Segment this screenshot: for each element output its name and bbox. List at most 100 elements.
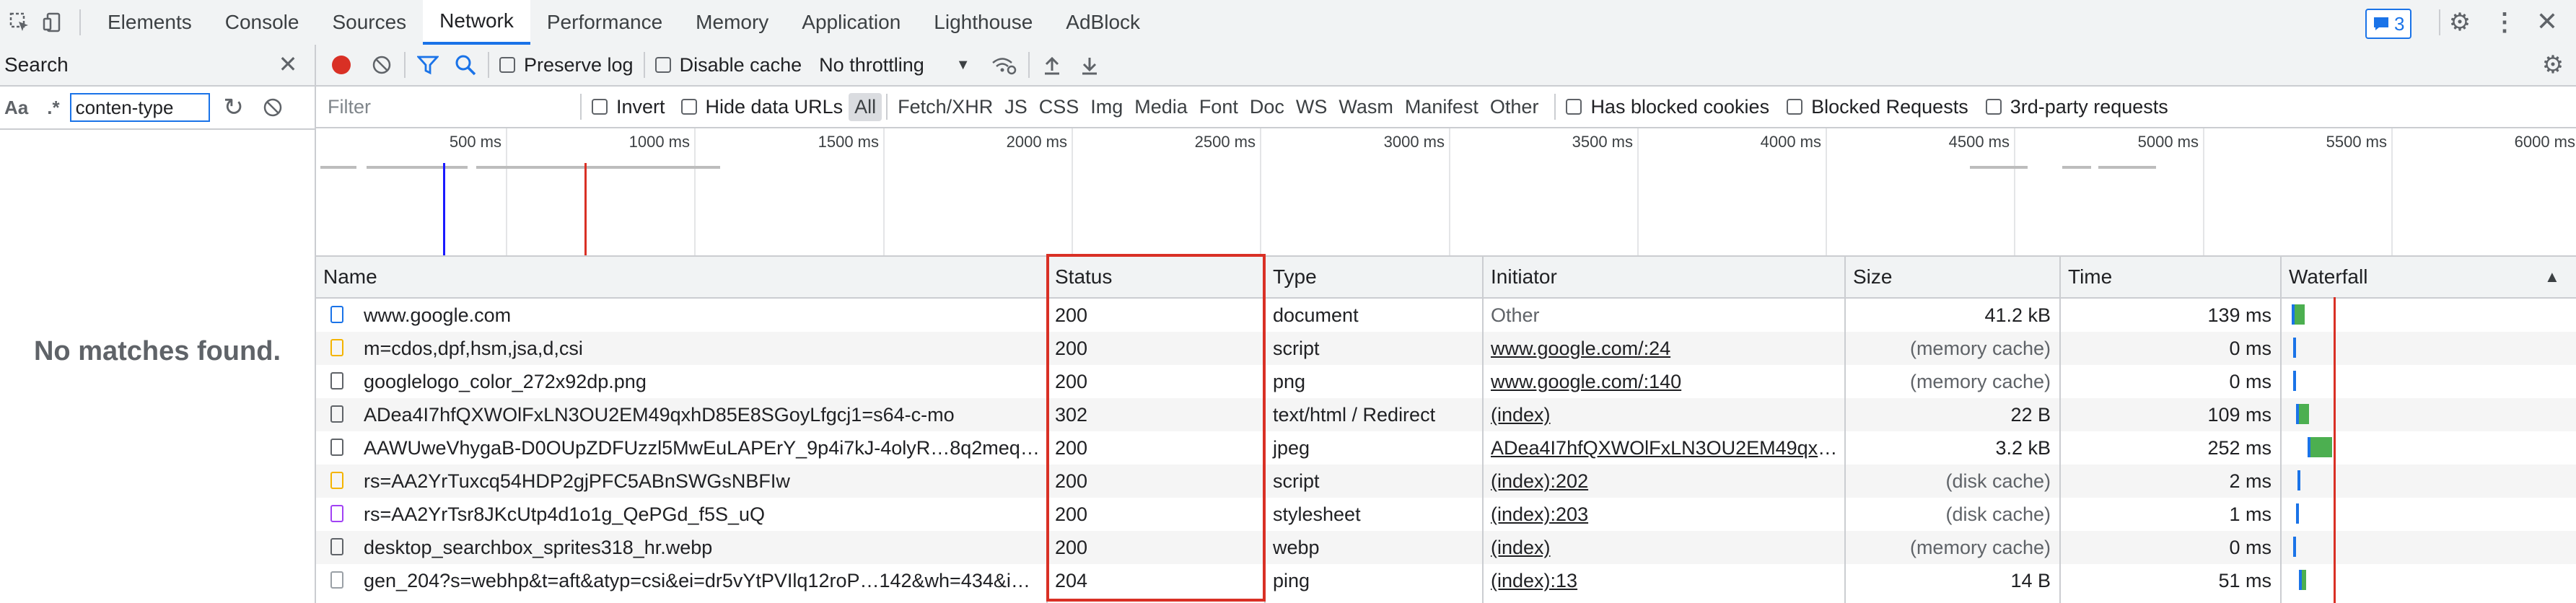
cell-initiator[interactable]: (index) — [1484, 531, 1844, 564]
table-row[interactable]: gen_204?s=webhp&t=aft&atyp=csi&ei=dr5vYt… — [316, 564, 2576, 597]
filter-wasm[interactable]: Wasm — [1333, 93, 1399, 121]
tab-adblock[interactable]: AdBlock — [1049, 0, 1157, 45]
preserve-log-checkbox[interactable]: Preserve log — [499, 54, 634, 76]
column-header-size[interactable]: Size — [1846, 257, 2059, 297]
filter-font[interactable]: Font — [1193, 93, 1244, 121]
match-case-toggle[interactable]: Aa — [4, 97, 28, 119]
blocked-requests-label: Blocked Requests — [1811, 95, 1968, 118]
filter-all[interactable]: All — [849, 92, 882, 121]
search-header: Search ✕ — [0, 45, 315, 87]
network-settings-gear-icon[interactable]: ⚙ — [2540, 51, 2566, 79]
load-event-marker — [584, 163, 587, 255]
cell-size: 14 B — [2010, 570, 2051, 591]
filter-icon[interactable] — [416, 53, 440, 77]
cell-time: 252 ms — [2207, 437, 2271, 459]
device-toolbar-icon[interactable] — [36, 0, 69, 45]
filter-fetch-xhr[interactable]: Fetch/XHR — [892, 93, 999, 121]
script-icon — [330, 472, 343, 489]
invert-checkbox[interactable]: Invert — [592, 96, 665, 118]
tab-lighthouse[interactable]: Lighthouse — [917, 0, 1049, 45]
blocked-requests-checkbox[interactable]: Blocked Requests — [1787, 96, 1968, 118]
filter-css[interactable]: CSS — [1033, 93, 1085, 121]
table-row[interactable]: googlelogo_color_272x92dp.png 200 png www.g… — [316, 365, 2576, 398]
table-row[interactable]: www.google.com 200 document Other 41.2 kB 139… — [316, 299, 2576, 332]
close-devtools-icon[interactable]: ✕ — [2534, 6, 2560, 36]
filter-input[interactable]: Filter — [328, 96, 580, 118]
toolbar-separator — [404, 52, 406, 78]
hide-data-urls-checkbox[interactable]: Hide data URLs — [680, 96, 843, 118]
clear-log-icon[interactable] — [369, 53, 394, 77]
column-header-status[interactable]: Status — [1048, 257, 1264, 297]
search-pane: Search ✕ Aa .* conten-type ↻ No matches … — [0, 45, 316, 603]
table-row[interactable]: desktop_searchbox_sprites318_hr.webp 200 w… — [316, 531, 2576, 564]
search-input[interactable]: conten-type — [69, 93, 210, 122]
overview-tick-line — [1637, 128, 1639, 255]
third-party-requests-box[interactable] — [1985, 99, 2002, 115]
settings-gear-icon[interactable]: ⚙ — [2448, 9, 2472, 36]
cell-initiator[interactable]: (index):203 — [1484, 498, 1844, 531]
filter-media[interactable]: Media — [1129, 93, 1193, 121]
network-conditions-icon[interactable] — [989, 53, 1018, 77]
network-overview-timeline[interactable]: 500 ms 1000 ms 1500 ms 2000 ms 2500 ms 3000 m… — [316, 128, 2576, 257]
has-blocked-cookies-box[interactable] — [1566, 99, 1582, 115]
issues-badge[interactable]: 3 — [2365, 9, 2412, 39]
more-options-icon[interactable]: ⋮ — [2492, 9, 2517, 36]
tab-performance[interactable]: Performance — [530, 0, 679, 45]
tab-console[interactable]: Console — [209, 0, 316, 45]
hide-data-urls-box[interactable] — [680, 99, 697, 115]
column-header-type[interactable]: Type — [1266, 257, 1482, 297]
table-header: Name Status Type Initiator Size Time Wat… — [316, 257, 2576, 299]
filter-ws[interactable]: WS — [1290, 93, 1333, 121]
table-row[interactable]: m=cdos,dpf,hsm,jsa,d,csi 200 script www.goo… — [316, 332, 2576, 365]
record-button[interactable] — [329, 53, 354, 77]
filter-js[interactable]: JS — [999, 93, 1033, 121]
cell-initiator[interactable]: www.google.com/:24 — [1484, 332, 1844, 365]
cell-size: 3.2 kB — [1995, 437, 2051, 459]
column-header-initiator[interactable]: Initiator — [1484, 257, 1844, 297]
sort-ascending-icon[interactable]: ▲ — [2544, 257, 2560, 297]
cell-initiator[interactable]: (index) — [1484, 398, 1844, 431]
regex-toggle[interactable]: .* — [47, 97, 59, 119]
table-row[interactable]: ADea4I7hfQXWOlFxLN3OU2EM49qxhD85E8SGoyLf… — [316, 398, 2576, 431]
table-row[interactable]: AAWUweVhygaB-D0OUpZDFUzzl5MwEuLAPErY_9p4… — [316, 431, 2576, 465]
column-header-name[interactable]: Name — [316, 257, 1046, 297]
overview-tick-line — [1072, 128, 1073, 255]
filter-manifest[interactable]: Manifest — [1399, 93, 1484, 121]
tab-application[interactable]: Application — [785, 0, 917, 45]
column-header-time[interactable]: Time — [2061, 257, 2280, 297]
invert-box[interactable] — [592, 99, 608, 115]
export-har-icon[interactable] — [1077, 53, 1102, 77]
filter-other[interactable]: Other — [1484, 93, 1545, 121]
table-row[interactable]: rs=AA2YrTuxcq54HDP2gjPFC5ABnSWGsNBFIw 200… — [316, 465, 2576, 498]
cell-initiator[interactable]: www.google.com/:140 — [1484, 365, 1844, 398]
refresh-icon[interactable]: ↻ — [222, 94, 246, 121]
overview-tick-line — [2203, 128, 2204, 255]
throttling-select[interactable]: No throttling ▼ — [819, 54, 970, 76]
cell-initiator[interactable]: (index):202 — [1484, 465, 1844, 498]
inspect-element-icon[interactable] — [3, 0, 36, 45]
import-har-icon[interactable] — [1040, 53, 1064, 77]
cell-name: gen_204?s=webhp&t=aft&atyp=csi&ei=dr5vYt… — [364, 570, 1046, 591]
cell-name: www.google.com — [364, 304, 512, 326]
clear-search-icon[interactable] — [260, 95, 285, 120]
preserve-log-box[interactable] — [499, 57, 515, 73]
has-blocked-cookies-checkbox[interactable]: Has blocked cookies — [1566, 96, 1769, 118]
tab-memory[interactable]: Memory — [679, 0, 785, 45]
blocked-requests-box[interactable] — [1787, 99, 1803, 115]
tab-network[interactable]: Network — [423, 0, 530, 45]
tab-elements[interactable]: Elements — [91, 0, 209, 45]
overview-request-bars — [316, 166, 2576, 170]
cell-initiator[interactable]: (index):13 — [1484, 564, 1844, 597]
close-search-icon[interactable]: ✕ — [276, 51, 300, 77]
disable-cache-box[interactable] — [654, 57, 671, 73]
third-party-requests-checkbox[interactable]: 3rd-party requests — [1985, 96, 2168, 118]
filter-doc[interactable]: Doc — [1244, 93, 1290, 121]
search-icon[interactable] — [453, 53, 478, 77]
table-row[interactable]: rs=AA2YrTsr8JKcUtp4d1o1g_QePGd_f5S_uQ 200… — [316, 498, 2576, 531]
column-header-waterfall[interactable]: Waterfall — [2282, 257, 2541, 297]
overview-tick-line — [1826, 128, 1827, 255]
filter-img[interactable]: Img — [1085, 93, 1129, 121]
tab-sources[interactable]: Sources — [315, 0, 423, 45]
cell-initiator[interactable]: ADea4I7hfQXWOlFxLN3OU2EM49qxh… — [1484, 431, 1844, 465]
disable-cache-checkbox[interactable]: Disable cache — [654, 54, 802, 76]
